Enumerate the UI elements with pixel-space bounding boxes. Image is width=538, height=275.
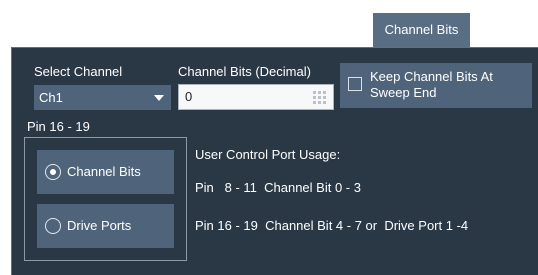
radio-dot bbox=[50, 169, 56, 175]
radio-channel-bits-label: Channel Bits bbox=[67, 164, 141, 179]
chevron-down-icon bbox=[154, 95, 164, 101]
checkbox-icon bbox=[348, 77, 362, 91]
radio-drive-ports[interactable]: Drive Ports bbox=[37, 204, 174, 248]
select-channel-label: Select Channel bbox=[34, 64, 123, 79]
select-channel-value: Ch1 bbox=[39, 90, 63, 105]
channel-bits-label: Channel Bits (Decimal) bbox=[178, 64, 311, 79]
pin-group-label: Pin 16 - 19 bbox=[27, 119, 90, 134]
keep-channel-bits-label-line1: Keep Channel Bits At bbox=[370, 69, 493, 84]
usage-line-2: Pin 16 - 19 Channel Bit 4 - 7 or Drive P… bbox=[195, 218, 469, 233]
keypad-icon[interactable] bbox=[313, 91, 327, 105]
usage-line-1: Pin 8 - 11 Channel Bit 0 - 3 bbox=[195, 180, 361, 195]
radio-selected-icon bbox=[45, 164, 61, 180]
channel-bits-input[interactable]: 0 bbox=[178, 84, 334, 110]
radio-channel-bits[interactable]: Channel Bits bbox=[37, 150, 174, 194]
radio-drive-ports-label: Drive Ports bbox=[67, 218, 132, 233]
keep-channel-bits-label-line2: Sweep End bbox=[370, 85, 437, 100]
usage-title: User Control Port Usage: bbox=[195, 147, 341, 162]
radio-unselected-icon bbox=[45, 218, 61, 234]
keep-channel-bits-label: Keep Channel Bits At Sweep End bbox=[370, 69, 493, 101]
keep-channel-bits-checkbox[interactable]: Keep Channel Bits At Sweep End bbox=[340, 63, 532, 108]
select-channel-dropdown[interactable]: Ch1 bbox=[34, 85, 171, 110]
tab-channel-bits[interactable]: Channel Bits bbox=[373, 13, 470, 47]
channel-bits-value: 0 bbox=[185, 89, 193, 104]
